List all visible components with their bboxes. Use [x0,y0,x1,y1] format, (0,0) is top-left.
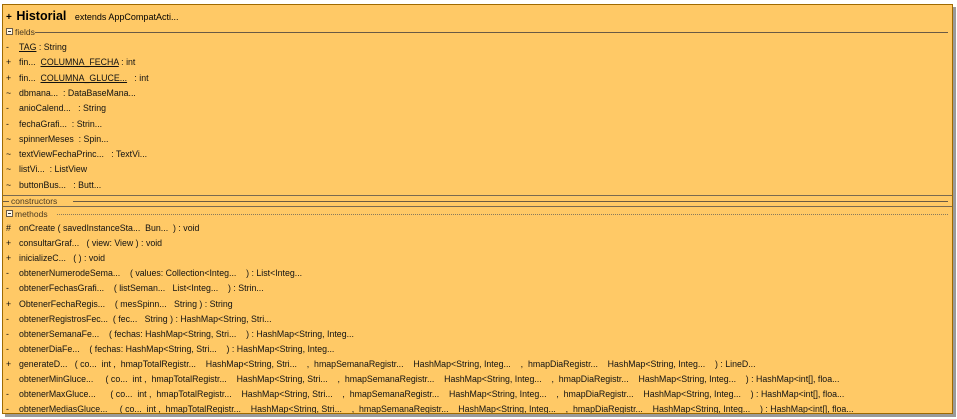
field-visibility: + [6,57,12,68]
constructors-divider [73,201,948,202]
field-visibility: - [6,118,9,129]
method-row[interactable]: - obtenerDiaFe... ( fechas: HashMap<Strin… [6,343,334,356]
fields-section-label: fields [15,27,35,37]
method-visibility: - [6,328,9,339]
method-signature: onCreate ( savedInstanceSta... Bun... ) … [19,223,200,233]
method-visibility: - [6,283,9,294]
field-type: : int [118,57,136,68]
method-row[interactable]: - obtenerFechasGrafi... ( listSeman... Li… [6,282,264,295]
method-row[interactable]: + ObtenerFechaRegis... ( mesSpinn... Stri… [6,298,233,311]
field-visibility: ~ [6,179,12,190]
field-name: spinnerMeses : Spin... [19,133,109,144]
method-visibility: + [6,358,12,369]
field-name: listVi... : ListView [19,164,88,175]
field-row[interactable]: - TAG : String [6,41,67,54]
method-row[interactable]: # onCreate ( savedInstanceSta... Bun... )… [6,222,199,235]
field-row[interactable]: ~ spinnerMeses : Spin... [6,133,108,146]
fields-divider [35,32,948,33]
method-visibility: + [6,298,12,309]
method-row[interactable]: - obtenerMaxGluce... ( co... int , hmapTo… [6,388,844,401]
field-name: buttonBus... : Butt... [19,179,102,190]
field-name: COLUMNA_FECHA [40,57,119,68]
method-row[interactable]: + generateD... ( co... int , hmapTotalReg… [6,358,756,371]
fields-section-header[interactable]: fields [6,26,35,38]
method-row[interactable]: - obtenerRegistrosFec... ( fec... String … [6,313,272,326]
method-row[interactable]: - obtenerMediasGluce... ( co... int , hma… [6,403,854,414]
method-row[interactable]: + consultarGraf... ( view: View ) : void [6,237,162,250]
method-visibility: - [6,374,9,384]
field-row[interactable]: + fin... COLUMNA_GLUCE... : int [6,72,149,85]
field-visibility: - [6,42,9,52]
methods-divider [57,214,948,215]
method-signature: ObtenerFechaRegis... ( mesSpinn... Strin… [19,298,233,309]
collapse-toggle-icon[interactable] [6,28,13,36]
field-row[interactable]: ~ textViewFechaPrinc... : TextVi... [6,148,147,161]
constructors-section-label: constructors [11,196,58,206]
methods-section-label: methods [15,209,48,219]
field-name: dbmana... : DataBaseMana... [19,87,136,98]
method-signature: obtenerFechasGrafi... ( listSeman... Lis… [19,283,264,294]
field-visibility: + [6,72,12,83]
field-row[interactable]: - anioCalend... : String [6,102,106,115]
field-modifier: fin... [19,57,41,68]
method-signature: obtenerMinGluce... ( co... int , hmapTot… [19,374,840,384]
field-row[interactable]: ~ buttonBus... : Butt... [6,179,101,192]
field-visibility: ~ [6,133,12,144]
method-signature: generateD... ( co... int , hmapTotalRegi… [19,358,756,369]
class-name: Historial [16,9,67,23]
method-visibility: - [6,313,9,324]
class-box[interactable]: + Historial extends AppCompatActi... fie… [2,4,953,414]
class-extends: extends AppCompatActi... [74,12,179,22]
field-type: : int [127,72,149,83]
method-visibility: - [6,404,9,414]
section-separator [3,195,952,196]
method-visibility: + [6,253,12,264]
section-separator-2 [3,206,952,207]
class-header[interactable]: + Historial extends AppCompatActi... [6,8,178,24]
method-signature: obtenerMediasGluce... ( co... int , hmap… [19,404,854,414]
field-visibility: ~ [6,87,12,98]
field-row[interactable]: ~ listVi... : ListView [6,163,87,176]
method-signature: obtenerSemanaFe... ( fechas: HashMap<Str… [19,328,354,339]
method-signature: inicializeC... ( ) : void [19,253,106,264]
field-visibility: - [6,103,9,114]
method-signature: consultarGraf... ( view: View ) : void [19,238,163,249]
method-row[interactable]: - obtenerSemanaFe... ( fechas: HashMap<St… [6,328,354,341]
method-signature: obtenerNumerodeSema... ( values: Collect… [19,268,303,279]
method-row[interactable]: + inicializeC... ( ) : void [6,252,105,265]
method-row[interactable]: - obtenerMinGluce... ( co... int , hmapTo… [6,373,839,386]
field-name: COLUMNA_GLUCE... [40,72,128,83]
field-row[interactable]: ~ dbmana... : DataBaseMana... [6,87,136,100]
field-visibility: ~ [6,149,12,160]
method-signature: obtenerRegistrosFec... ( fec... String )… [19,313,272,324]
field-row[interactable]: + fin... COLUMNA_FECHA : int [6,56,135,69]
field-name: anioCalend... : String [19,103,107,114]
field-name: TAG [19,42,37,52]
method-visibility: - [6,343,9,354]
method-row[interactable]: - obtenerNumerodeSema... ( values: Collec… [6,267,302,280]
field-visibility: ~ [6,164,12,175]
field-name: textViewFechaPrinc... : TextVi... [19,149,148,160]
constructors-divider-left [3,201,9,202]
field-modifier: fin... [19,72,41,83]
method-visibility: + [6,238,12,249]
method-signature: obtenerMaxGluce... ( co... int , hmapTot… [19,389,845,400]
method-visibility: - [6,389,9,400]
collapse-toggle-icon[interactable] [6,210,13,218]
method-visibility: # [6,223,11,233]
method-visibility: - [6,268,9,279]
field-name: fechaGrafi... : Strin... [19,118,103,129]
field-type: : String [36,42,67,52]
method-signature: obtenerDiaFe... ( fechas: HashMap<String… [19,343,335,354]
field-row[interactable]: - fechaGrafi... : Strin... [6,118,102,131]
class-visibility: + [6,12,12,23]
methods-section-header[interactable]: methods [6,208,48,220]
